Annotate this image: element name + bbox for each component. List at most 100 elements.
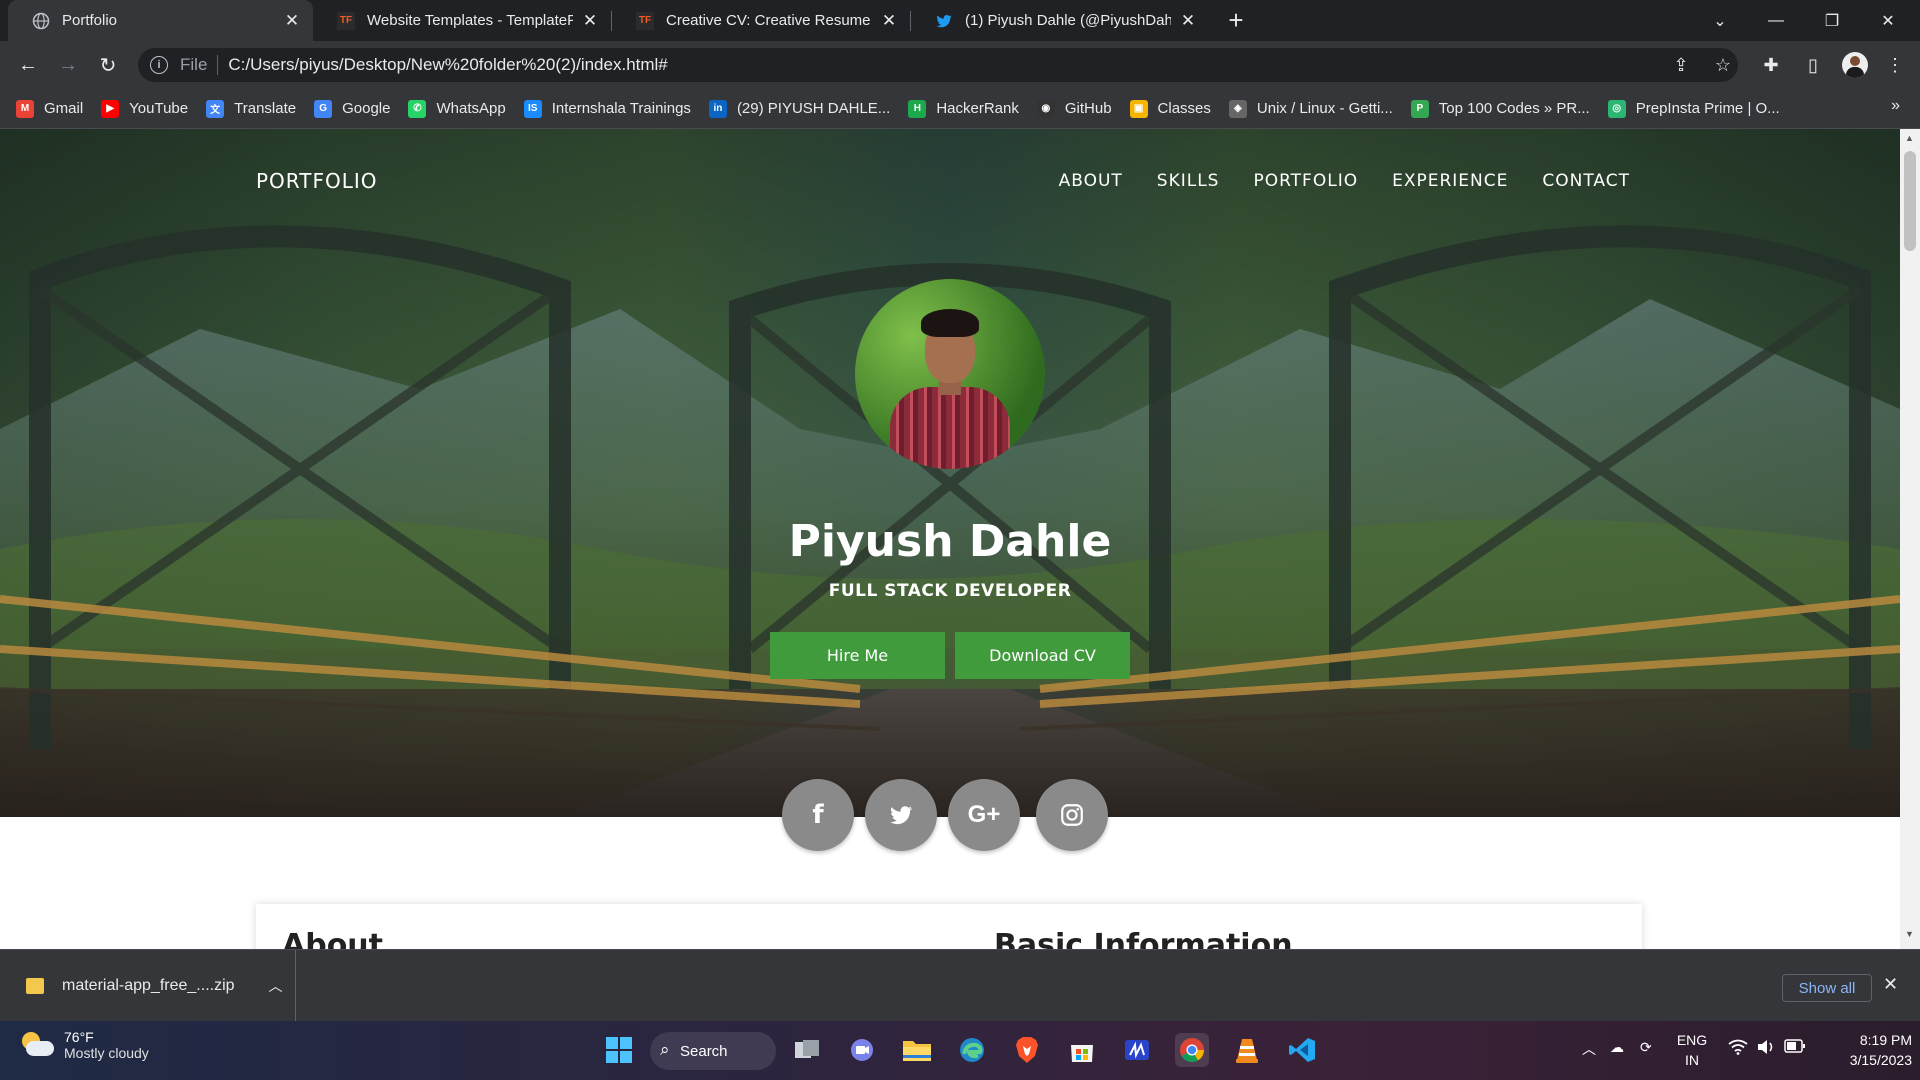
nav-about[interactable]: ABOUT bbox=[1059, 171, 1123, 191]
download-cv-button[interactable]: Download CV bbox=[955, 632, 1130, 679]
edge-browser-icon[interactable] bbox=[955, 1033, 989, 1067]
nav-skills[interactable]: SKILLS bbox=[1157, 171, 1220, 191]
teams-chat-icon[interactable] bbox=[845, 1033, 879, 1067]
close-window-button[interactable]: ✕ bbox=[1860, 0, 1916, 41]
minimize-button[interactable]: — bbox=[1748, 0, 1804, 41]
page-viewport: PORTFOLIO ABOUT SKILLS PORTFOLIO EXPERIE… bbox=[0, 129, 1920, 949]
bookmark-star-icon[interactable]: ☆ bbox=[1708, 50, 1738, 80]
bookmark-item[interactable]: in (29) PIYUSH DAHLE... bbox=[708, 99, 890, 118]
vscode-icon[interactable] bbox=[1285, 1033, 1319, 1067]
tab-title: (1) Piyush Dahle (@PiyushDahle3) bbox=[965, 12, 1171, 29]
microsoft-store-icon[interactable] bbox=[1065, 1033, 1099, 1067]
bookmark-item[interactable]: ◉ GitHub bbox=[1036, 99, 1112, 118]
bookmark-label: Gmail bbox=[44, 100, 84, 117]
taskbar-search-label: Search bbox=[680, 1042, 728, 1060]
photo-hair bbox=[921, 309, 979, 337]
bookmark-item[interactable]: IS Internshala Trainings bbox=[523, 99, 691, 118]
google-plus-icon[interactable]: G+ bbox=[948, 779, 1020, 851]
browser-window: Portfolio ✕ TF Website Templates - Templ… bbox=[0, 0, 1920, 1022]
download-item[interactable]: material-app_free_....zip ︿ bbox=[0, 950, 296, 1022]
restore-button[interactable]: ❐ bbox=[1804, 0, 1860, 41]
download-shelf: material-app_free_....zip ︿ Show all ✕ bbox=[0, 949, 1920, 1022]
bookmark-label: Classes bbox=[1157, 100, 1211, 117]
forward-button[interactable]: → bbox=[52, 49, 84, 81]
windows-start-icon[interactable] bbox=[602, 1033, 636, 1067]
bookmarks-bar: M Gmail ▶ YouTube 文 Translate G Google ✆ WhatsApp… bbox=[0, 89, 1920, 129]
bookmark-label: Unix / Linux - Getti... bbox=[1256, 100, 1393, 117]
onedrive-cloud-icon[interactable]: ☁ bbox=[1610, 1039, 1624, 1056]
bookmark-item[interactable]: ◈ Unix / Linux - Getti... bbox=[1228, 99, 1393, 118]
back-button[interactable]: ← bbox=[12, 49, 44, 81]
share-icon[interactable]: ⇪ bbox=[1666, 50, 1696, 80]
templateflip-icon: TF bbox=[337, 11, 355, 30]
instagram-icon[interactable] bbox=[1036, 779, 1108, 851]
bookmark-favicon-icon: ✆ bbox=[408, 99, 427, 118]
close-icon[interactable]: ✕ bbox=[1883, 974, 1898, 995]
volume-icon[interactable] bbox=[1756, 1039, 1776, 1058]
sync-status-icon[interactable]: ⟳ bbox=[1640, 1039, 1652, 1056]
nav-portfolio[interactable]: PORTFOLIO bbox=[1253, 171, 1358, 191]
whiteboard-app-icon[interactable] bbox=[1120, 1033, 1154, 1067]
wifi-icon[interactable] bbox=[1728, 1039, 1748, 1058]
nav-experience[interactable]: EXPERIENCE bbox=[1392, 171, 1508, 191]
side-panel-icon[interactable]: ▯ bbox=[1798, 50, 1828, 80]
bookmarks-overflow-icon[interactable]: » bbox=[1891, 97, 1900, 115]
address-bar[interactable]: i File C:/Users/piyus/Desktop/New%20fold… bbox=[138, 48, 1738, 82]
clock-time: 8:19 PM bbox=[1859, 1032, 1912, 1048]
facebook-icon[interactable]: f bbox=[782, 779, 854, 851]
site-nav: ABOUT SKILLS PORTFOLIO EXPERIENCE CONTAC… bbox=[1025, 171, 1630, 191]
show-all-button[interactable]: Show all bbox=[1782, 974, 1872, 1002]
extensions-icon[interactable]: ✚ bbox=[1756, 50, 1786, 80]
tab-creative-cv[interactable]: TF Creative CV: Creative Resume Template… bbox=[612, 0, 910, 41]
bookmark-item[interactable]: H HackerRank bbox=[908, 99, 1019, 118]
windows-taskbar: 76°F Mostly cloudy ⌕ Search ︿ ☁ ⟳ ENG IN… bbox=[0, 1021, 1920, 1080]
tab-templateflip[interactable]: TF Website Templates - TemplateFlip ✕ bbox=[313, 0, 611, 41]
bookmark-item[interactable]: ▶ YouTube bbox=[101, 99, 188, 118]
language-indicator[interactable]: ENG IN bbox=[1672, 1030, 1712, 1070]
profile-avatar[interactable] bbox=[1840, 50, 1870, 80]
scroll-down-icon[interactable]: ▼ bbox=[1905, 929, 1914, 939]
tab-portfolio[interactable]: Portfolio ✕ bbox=[8, 0, 313, 41]
tab-title: Website Templates - TemplateFlip bbox=[367, 12, 573, 29]
taskbar-search[interactable]: ⌕ Search bbox=[650, 1032, 776, 1070]
scroll-up-icon[interactable]: ▲ bbox=[1905, 133, 1914, 143]
close-icon[interactable]: ✕ bbox=[283, 11, 301, 30]
bookmark-item[interactable]: ✆ WhatsApp bbox=[408, 99, 506, 118]
hire-me-button[interactable]: Hire Me bbox=[770, 632, 945, 679]
info-icon[interactable]: i bbox=[150, 56, 168, 74]
region-code: IN bbox=[1685, 1052, 1699, 1068]
chrome-browser-icon[interactable] bbox=[1175, 1033, 1209, 1067]
page-scrollbar[interactable]: ▲ ▼ bbox=[1900, 129, 1920, 949]
about-heading: About bbox=[282, 928, 384, 949]
brave-browser-icon[interactable] bbox=[1010, 1033, 1044, 1067]
chevron-up-icon[interactable]: ︿ bbox=[269, 976, 283, 996]
tab-title: Portfolio bbox=[62, 12, 118, 29]
bookmark-label: PrepInsta Prime | O... bbox=[1635, 100, 1780, 117]
close-icon[interactable]: ✕ bbox=[581, 11, 599, 30]
file-explorer-icon[interactable] bbox=[900, 1033, 934, 1067]
system-clock[interactable]: 8:19 PM 3/15/2023 bbox=[1816, 1030, 1912, 1070]
new-tab-button[interactable]: + bbox=[1222, 5, 1250, 35]
scrollbar-thumb[interactable] bbox=[1904, 151, 1916, 251]
nav-contact[interactable]: CONTACT bbox=[1542, 171, 1630, 191]
reload-button[interactable]: ↻ bbox=[92, 49, 124, 81]
tab-twitter[interactable]: (1) Piyush Dahle (@PiyushDahle3) ✕ bbox=[911, 0, 1209, 41]
bookmark-item[interactable]: G Google bbox=[314, 99, 390, 118]
site-logo[interactable]: PORTFOLIO bbox=[256, 169, 378, 193]
bookmark-item[interactable]: P Top 100 Codes » PR... bbox=[1410, 99, 1590, 118]
battery-icon[interactable] bbox=[1784, 1039, 1806, 1056]
weather-widget[interactable]: 76°F Mostly cloudy bbox=[20, 1029, 149, 1061]
bookmark-item[interactable]: M Gmail bbox=[16, 99, 84, 118]
bookmark-item[interactable]: 文 Translate bbox=[206, 99, 296, 118]
bookmark-item[interactable]: ◎ PrepInsta Prime | O... bbox=[1607, 99, 1780, 118]
close-icon[interactable]: ✕ bbox=[880, 11, 898, 30]
bookmark-item[interactable]: ▣ Classes bbox=[1129, 99, 1211, 118]
menu-kebab-icon[interactable]: ⋮ bbox=[1880, 50, 1910, 80]
show-hidden-icons-chevron[interactable]: ︿ bbox=[1582, 1039, 1596, 1059]
task-view-icon[interactable] bbox=[790, 1033, 824, 1067]
close-icon[interactable]: ✕ bbox=[1179, 11, 1197, 30]
url-text[interactable]: C:/Users/piyus/Desktop/New%20folder%20(2… bbox=[228, 55, 667, 75]
twitter-icon[interactable] bbox=[865, 779, 937, 851]
tab-search-icon[interactable]: ⌄ bbox=[1692, 0, 1748, 41]
vlc-player-icon[interactable] bbox=[1230, 1033, 1264, 1067]
